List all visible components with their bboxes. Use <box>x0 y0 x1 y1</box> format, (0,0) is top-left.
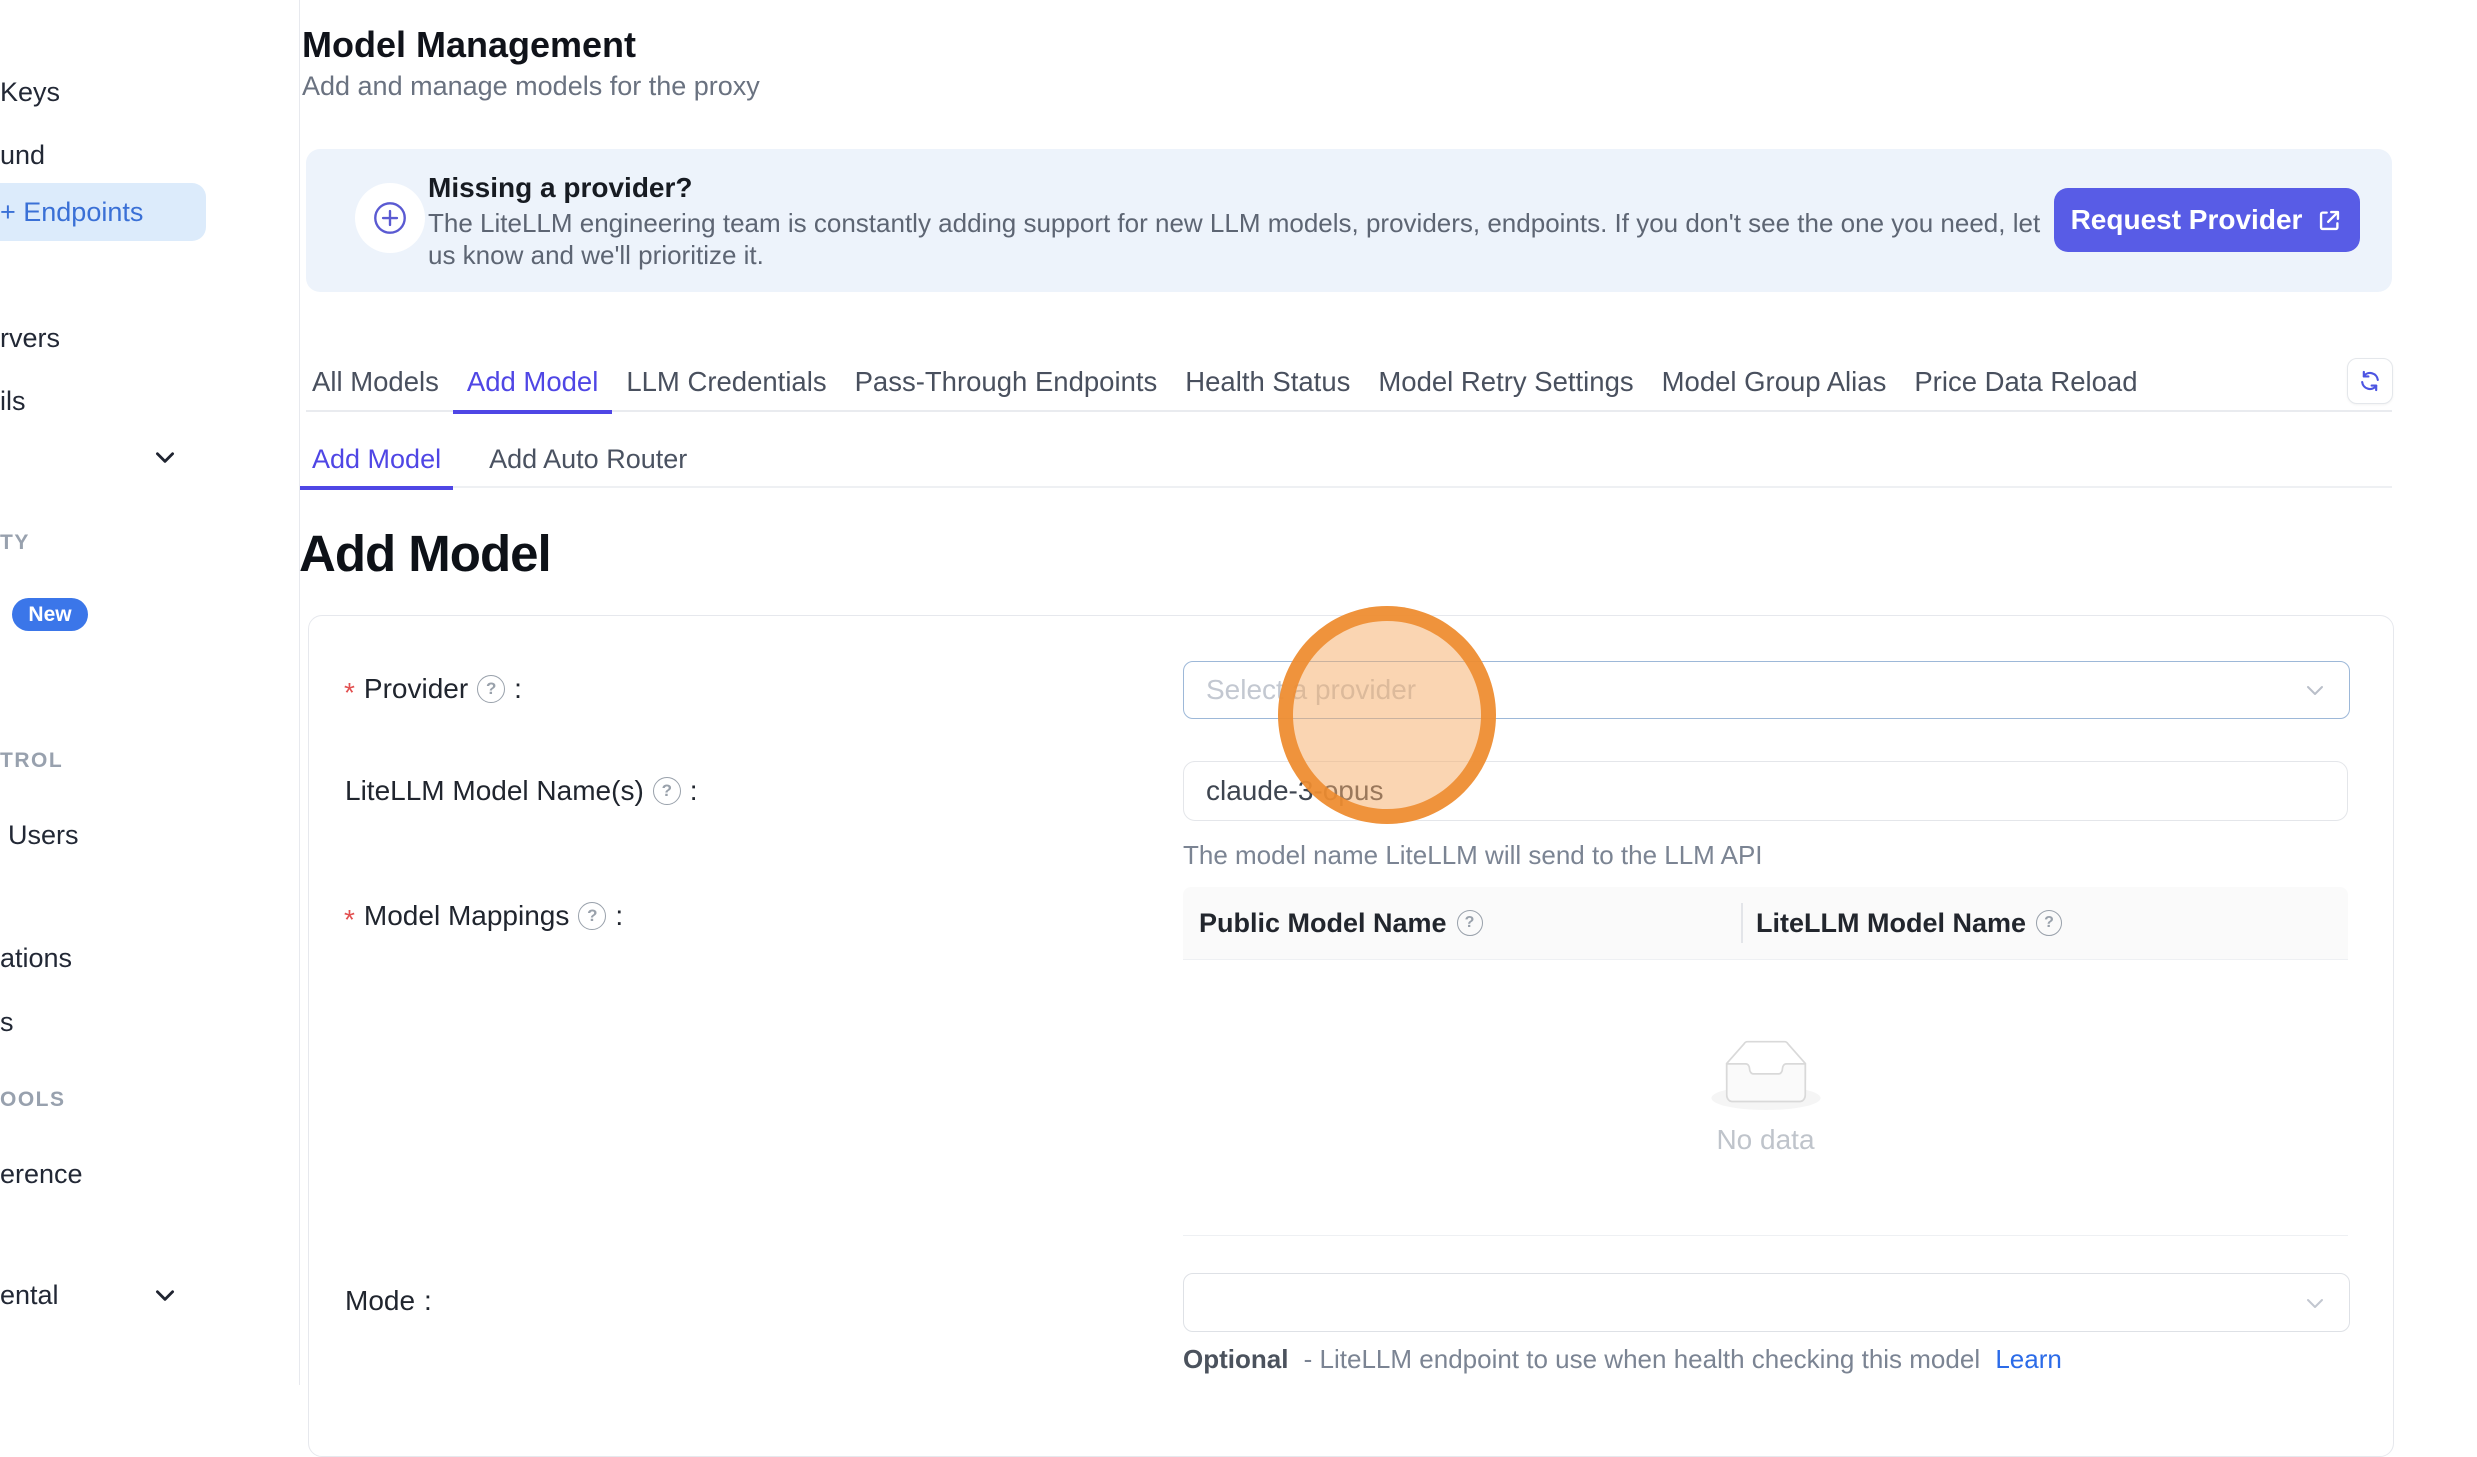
new-badge: New <box>12 598 88 631</box>
sidebar-item-reference[interactable]: erence <box>0 1158 83 1191</box>
no-data-text: No data <box>1716 1124 1814 1156</box>
page-title: Model Management <box>302 24 636 66</box>
banner-title: Missing a provider? <box>428 172 693 204</box>
model-name-input[interactable] <box>1183 761 2348 821</box>
external-link-icon <box>2316 207 2343 234</box>
chevron-down-icon <box>2303 1291 2327 1315</box>
request-provider-button[interactable]: Request Provider <box>2054 188 2360 252</box>
sidebar-section-label: TY <box>0 531 30 555</box>
provider-placeholder: Select a provider <box>1206 674 1416 706</box>
mode-select[interactable] <box>1183 1273 2350 1332</box>
chevron-down-icon[interactable] <box>152 444 178 470</box>
add-model-heading: Add Model <box>299 524 551 583</box>
sidebar-item-organizations[interactable]: ations <box>0 942 72 975</box>
help-icon[interactable]: ? <box>2036 910 2062 936</box>
subtab-add-auto-router[interactable]: Add Auto Router <box>477 445 699 490</box>
tab-model-retry-settings[interactable]: Model Retry Settings <box>1364 367 1647 414</box>
help-icon[interactable]: ? <box>653 777 681 805</box>
learn-link[interactable]: Learn <box>1995 1344 2062 1374</box>
chevron-down-icon[interactable] <box>152 1282 178 1308</box>
model-management-page: { "page": { "title": "Model Management",… <box>0 0 2477 1385</box>
sidebar-item-keys[interactable]: Keys <box>0 76 60 109</box>
sidebar-item-servers[interactable]: rvers <box>0 322 60 355</box>
refresh-button[interactable] <box>2347 358 2393 404</box>
column-divider <box>1741 903 1743 943</box>
help-icon[interactable]: ? <box>477 675 505 703</box>
model-mappings-table: Public Model Name ? LiteLLM Model Name ? <box>1183 887 2348 1236</box>
column-header-public-model-name: Public Model Name ? <box>1199 887 1483 959</box>
tab-price-data-reload[interactable]: Price Data Reload <box>1900 367 2151 414</box>
banner-body: The LiteLLM engineering team is constant… <box>428 207 2053 271</box>
sidebar-section-tools: OOLS <box>0 1088 66 1112</box>
table-empty-state: No data <box>1183 960 2348 1236</box>
table-header-row: Public Model Name ? LiteLLM Model Name ? <box>1183 887 2348 960</box>
required-asterisk: * <box>344 904 355 936</box>
sidebar-section-access-control: TROL <box>0 749 63 773</box>
sidebar-item-guardrails[interactable]: ils <box>0 385 26 418</box>
sidebar-item-experimental[interactable]: ental <box>0 1279 59 1312</box>
mode-helper: Optional - LiteLLM endpoint to use when … <box>1183 1344 2062 1375</box>
tab-model-group-alias[interactable]: Model Group Alias <box>1648 367 1901 414</box>
page-subtitle: Add and manage models for the proxy <box>302 71 760 102</box>
add-model-form-card: * Provider ? : Select a provider LiteLLM… <box>308 615 2394 1457</box>
provider-select[interactable]: Select a provider <box>1183 661 2350 719</box>
provider-label: * Provider ? : <box>344 673 522 705</box>
column-header-litellm-model-name: LiteLLM Model Name ? <box>1756 887 2062 959</box>
missing-provider-banner: Missing a provider? The LiteLLM engineer… <box>306 149 2392 292</box>
sidebar-item-users[interactable]: Users <box>8 819 79 852</box>
tab-add-model[interactable]: Add Model <box>453 367 612 414</box>
tab-bar: All Models Add Model LLM Credentials Pas… <box>298 367 2152 414</box>
tab-llm-credentials[interactable]: LLM Credentials <box>612 367 840 414</box>
subtab-bar: Add Model Add Auto Router <box>300 445 699 490</box>
sidebar-item-teams[interactable]: s <box>0 1006 14 1039</box>
plus-circle-icon <box>355 183 425 253</box>
sidebar: Keys und + Endpoints rvers ils TY New TR… <box>0 0 300 1385</box>
model-name-helper: The model name LiteLLM will send to the … <box>1183 840 1763 871</box>
sidebar-item-endpoints-active[interactable]: + Endpoints <box>0 183 206 241</box>
help-icon[interactable]: ? <box>1457 910 1483 936</box>
required-asterisk: * <box>344 677 355 709</box>
model-name-label: LiteLLM Model Name(s) ? : <box>345 775 698 807</box>
tab-pass-through-endpoints[interactable]: Pass-Through Endpoints <box>841 367 1172 414</box>
tab-all-models[interactable]: All Models <box>298 367 453 414</box>
tab-health-status[interactable]: Health Status <box>1171 367 1364 414</box>
empty-inbox-icon <box>1711 1040 1821 1110</box>
reload-icon <box>2357 368 2383 394</box>
mode-label: Mode : <box>345 1285 432 1317</box>
help-icon[interactable]: ? <box>578 902 606 930</box>
subtab-add-model[interactable]: Add Model <box>300 445 453 490</box>
model-mappings-label: * Model Mappings ? : <box>344 900 623 932</box>
sidebar-item-playground[interactable]: und <box>0 139 45 172</box>
chevron-down-icon <box>2303 678 2327 702</box>
